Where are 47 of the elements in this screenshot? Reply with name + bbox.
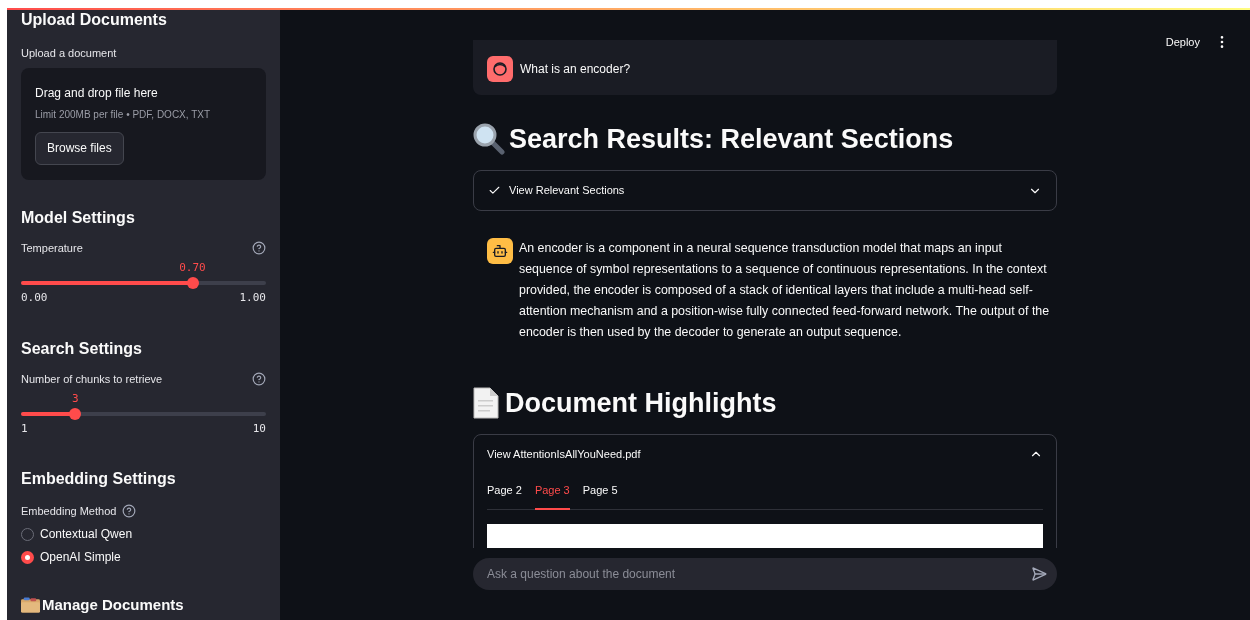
dropzone[interactable]: Drag and drop file here Limit 200MB per file • PDF, DOCX, TXT Browse files: [21, 67, 266, 180]
expander-label: View AttentionIsAllYouNeed.pdf: [487, 446, 642, 462]
folder-icon: [21, 597, 40, 614]
slider-min: 0.00: [21, 290, 48, 306]
radio-label: OpenAI Simple: [40, 549, 121, 566]
slider-value: 0.70: [179, 260, 206, 276]
slider-max: 1.00: [239, 290, 266, 306]
section-heading: Embedding Settings: [21, 468, 177, 489]
section-heading: Search Results: Relevant Sections: [509, 122, 954, 156]
robot-icon: [492, 243, 508, 259]
chat-input[interactable]: Ask a question about the document: [473, 558, 1057, 590]
section-heading: Search Settings: [21, 338, 143, 359]
field-label: Upload a document: [21, 46, 118, 61]
dropzone-title: Drag and drop file here: [35, 84, 159, 102]
page-tab[interactable]: Page 2: [487, 482, 522, 510]
magnifier-icon: [473, 123, 505, 155]
slider-label: Number of chunks to retrieve: [21, 371, 163, 387]
radio-button[interactable]: [21, 550, 34, 564]
user-avatar-icon: [487, 56, 513, 82]
section-heading: Manage Documents: [42, 595, 184, 615]
document-icon: [473, 387, 499, 419]
radio-label: Contextual Qwen: [40, 526, 133, 543]
slider-thumb[interactable]: [69, 408, 82, 420]
slider-value: 3: [72, 391, 79, 407]
deploy-button[interactable]: Deploy: [1165, 34, 1200, 51]
send-icon[interactable]: [1031, 566, 1047, 582]
slider-thumb[interactable]: [186, 277, 199, 289]
browse-files-button[interactable]: Browse files: [35, 131, 124, 165]
check-icon: [488, 184, 501, 197]
expander-label: View Relevant Sections: [509, 183, 626, 199]
page-tab[interactable]: Page 3: [534, 482, 570, 510]
page-tab[interactable]: Page 5: [582, 482, 618, 510]
dropzone-hint: Limit 200MB per file • PDF, DOCX, TXT: [35, 107, 212, 122]
expander-header[interactable]: View Relevant Sections: [473, 170, 1057, 211]
field-label: Embedding Method: [21, 503, 117, 519]
help-icon[interactable]: [122, 503, 137, 518]
message-text: What is an encoder?: [520, 61, 631, 78]
slider-min: 1: [21, 421, 28, 437]
slider-max: 10: [252, 421, 266, 437]
section-heading: Model Settings: [21, 207, 136, 228]
expander-header[interactable]: View AttentionIsAllYouNeed.pdf: [487, 435, 1043, 473]
help-icon[interactable]: [252, 371, 266, 386]
help-icon[interactable]: [252, 240, 266, 255]
section-heading: Upload Documents: [21, 10, 168, 30]
assistant-message: An encoder is a component in a neural sequence transduction model that maps an input sequence of symbol representations to a sequence of continuous representations. In the context provided, the encoder is composed of a stack of identical layers that include a multi-head self-attention mechanism and a position-wise fully connected feed-forward network. The output of the encoder is then used by the decoder to generate an output sequence.: [519, 240, 1051, 341]
section-heading: Document Highlights: [505, 386, 777, 420]
slider-label: Temperature: [21, 240, 83, 256]
